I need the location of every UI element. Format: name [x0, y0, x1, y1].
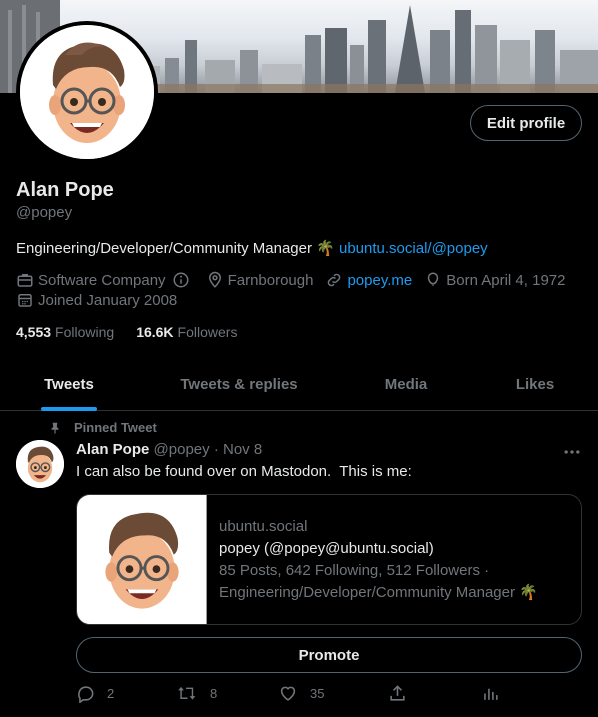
like-count: 35	[310, 686, 325, 701]
balloon-icon	[427, 272, 439, 286]
meta-location: Farnborough	[206, 271, 314, 289]
card-description: 85 Posts, 642 Following, 512 Followers ·…	[219, 561, 538, 601]
meta-category-text: Software Company	[38, 271, 166, 289]
reply-icon	[78, 686, 94, 703]
retweet-icon	[178, 686, 196, 700]
profile-meta-row-2: Joined January 2008	[16, 291, 189, 309]
card-title: popey (@popey@ubuntu.social)	[219, 539, 434, 557]
memoji-avatar-image	[16, 440, 64, 488]
tweet-author-avatar[interactable]	[16, 440, 64, 488]
retweet-action[interactable]: 8	[176, 684, 217, 703]
analytics-action[interactable]	[481, 684, 512, 703]
info-icon[interactable]	[172, 271, 190, 289]
profile-avatar[interactable]	[16, 21, 158, 163]
analytics-icon	[484, 688, 498, 700]
tweet-author-handle[interactable]: @popey	[154, 441, 210, 458]
tweet-separator: ·	[213, 441, 219, 458]
meta-joined-text: Joined January 2008	[38, 291, 178, 309]
memoji-avatar-image	[77, 495, 207, 624]
tweet-header: Alan Pope @popey · Nov 8	[76, 441, 262, 458]
reply-action[interactable]: 2	[76, 684, 114, 703]
meta-joined: Joined January 2008	[16, 291, 177, 309]
card-domain: ubuntu.social	[219, 517, 308, 535]
follow-stats: 4,553 Following 16.6K Followers	[16, 324, 259, 340]
profile-tabs: Tweets Tweets & replies Media Likes	[0, 358, 598, 411]
like-icon	[280, 686, 296, 701]
card-body: ubuntu.social popey (@popey@ubuntu.socia…	[207, 495, 581, 624]
more-icon[interactable]	[562, 442, 582, 462]
tab-tweets[interactable]: Tweets	[0, 358, 138, 411]
meta-website-link[interactable]: popey.me	[347, 272, 412, 289]
link-icon	[328, 273, 341, 287]
briefcase-icon	[17, 274, 33, 287]
tweet-date[interactable]: Nov 8	[223, 441, 262, 458]
bio-text: Engineering/Developer/Community Manager …	[16, 240, 339, 257]
bio-link[interactable]: ubuntu.social/@popey	[339, 240, 488, 257]
tweet-text: I can also be found over on Mastodon. Th…	[76, 463, 412, 480]
meta-category: Software Company	[16, 271, 194, 289]
promote-button[interactable]: Promote	[76, 637, 582, 673]
pinned-text: Pinned Tweet	[74, 420, 157, 435]
followers-label[interactable]: Followers	[178, 324, 238, 340]
share-icon	[390, 685, 405, 701]
share-action[interactable]	[388, 684, 419, 703]
tweet-actions: 2 8 35	[76, 684, 582, 706]
profile-name: Alan Pope	[16, 179, 114, 201]
meta-location-text: Farnborough	[227, 271, 314, 289]
pin-icon	[51, 422, 59, 434]
calendar-icon	[18, 294, 32, 307]
tab-media[interactable]: Media	[340, 358, 472, 411]
profile-handle: @popey	[16, 204, 73, 221]
meta-birthday: Born April 4, 1972	[424, 271, 565, 289]
location-pin-icon	[208, 271, 221, 288]
tab-tweets-replies[interactable]: Tweets & replies	[138, 358, 340, 411]
active-tab-indicator	[41, 407, 97, 411]
edit-profile-button[interactable]: Edit profile	[470, 105, 582, 141]
meta-birthday-text: Born April 4, 1972	[446, 271, 566, 289]
memoji-avatar-image	[20, 25, 154, 159]
following-label[interactable]: Following	[55, 324, 114, 340]
followers-count[interactable]: 16.6K	[136, 324, 173, 340]
following-count[interactable]: 4,553	[16, 324, 51, 340]
like-action[interactable]: 35	[278, 684, 324, 703]
profile-bio: Engineering/Developer/Community Manager …	[16, 239, 488, 257]
meta-website: popey.me	[325, 271, 412, 289]
link-preview-card[interactable]: ubuntu.social popey (@popey@ubuntu.socia…	[76, 494, 582, 625]
tab-likes[interactable]: Likes	[472, 358, 598, 411]
retweet-count: 8	[210, 686, 218, 701]
tweet-author-name[interactable]: Alan Pope	[76, 441, 149, 458]
profile-meta-row-1: Software Company Farnborough popey.me Bo…	[16, 271, 577, 289]
reply-count: 2	[107, 686, 115, 701]
card-image	[77, 495, 207, 624]
pinned-tweet-label: Pinned Tweet	[48, 420, 157, 435]
